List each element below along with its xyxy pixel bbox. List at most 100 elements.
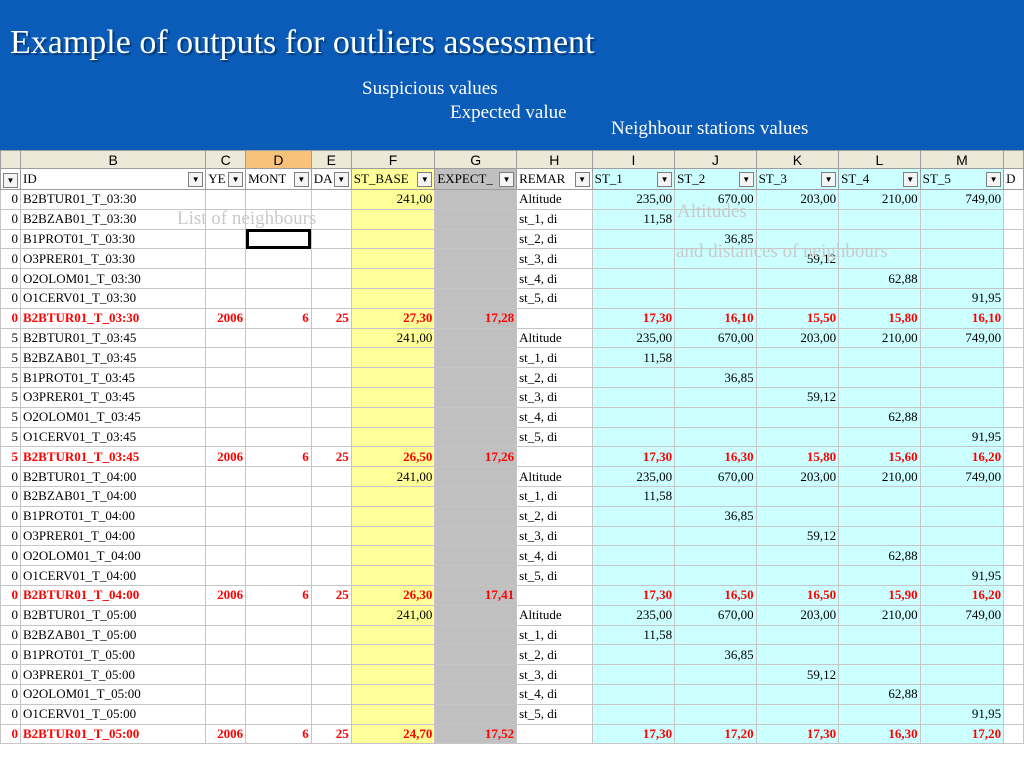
table-cell[interactable]: 235,00 — [591, 466, 676, 487]
table-cell[interactable] — [434, 604, 518, 626]
table-cell[interactable] — [310, 347, 352, 369]
table-cell[interactable]: 241,00 — [350, 189, 436, 210]
table-cell[interactable] — [674, 406, 757, 428]
table-cell[interactable]: Altitude — [516, 189, 593, 210]
table-cell[interactable]: 25 — [310, 723, 352, 745]
table-cell[interactable] — [245, 505, 312, 527]
table-cell[interactable]: O2OLOM01_T_05:00 — [19, 683, 207, 705]
table-cell[interactable]: 241,00 — [350, 327, 436, 349]
table-cell[interactable] — [591, 386, 676, 408]
table-cell[interactable]: 5 — [0, 426, 21, 448]
column-letter-edge-13[interactable] — [1003, 150, 1024, 169]
table-cell[interactable] — [1003, 624, 1024, 646]
table-cell[interactable]: 25 — [310, 584, 352, 606]
table-cell[interactable] — [591, 664, 676, 685]
table-cell[interactable]: st_2, di — [516, 228, 593, 250]
table-cell[interactable]: 235,00 — [591, 604, 676, 626]
table-cell[interactable]: B2BTUR01_T_03:45 — [19, 327, 207, 349]
filter-dropdown-icon[interactable]: ▼ — [333, 171, 349, 187]
table-cell[interactable] — [245, 347, 312, 369]
table-cell[interactable] — [245, 565, 312, 586]
table-cell[interactable]: 0 — [0, 525, 21, 547]
table-cell[interactable] — [838, 525, 921, 547]
table-cell[interactable] — [350, 228, 436, 250]
table-cell[interactable] — [434, 287, 518, 309]
table-cell[interactable]: 241,00 — [350, 604, 436, 626]
table-cell[interactable] — [310, 703, 352, 725]
table-cell[interactable]: 62,88 — [838, 683, 921, 705]
table-cell[interactable]: 0 — [0, 208, 21, 230]
table-cell[interactable] — [350, 367, 436, 388]
column-letter-j[interactable]: J — [674, 150, 757, 169]
table-cell[interactable]: 6 — [245, 307, 312, 329]
table-cell[interactable] — [245, 466, 312, 487]
table-cell[interactable] — [591, 683, 676, 705]
table-cell[interactable]: B1PROT01_T_03:45 — [19, 367, 207, 388]
table-cell[interactable] — [1003, 485, 1024, 507]
column-letter-b[interactable]: B — [19, 150, 207, 169]
table-cell[interactable]: B2BTUR01_T_04:00 — [19, 466, 207, 487]
table-cell[interactable] — [591, 268, 676, 289]
table-cell[interactable] — [205, 367, 247, 388]
table-cell[interactable] — [1003, 525, 1024, 547]
table-cell[interactable] — [205, 604, 247, 626]
table-cell[interactable] — [591, 228, 676, 250]
table-cell[interactable] — [838, 347, 921, 369]
table-cell[interactable] — [1003, 406, 1024, 428]
table-cell[interactable]: 5 — [0, 327, 21, 349]
table-cell[interactable] — [755, 644, 840, 666]
table-cell[interactable] — [1003, 248, 1024, 270]
table-cell[interactable]: 210,00 — [838, 604, 921, 626]
table-cell[interactable]: 0 — [0, 466, 21, 487]
table-cell[interactable]: 24,70 — [350, 723, 436, 745]
column-letter-i[interactable]: I — [591, 150, 676, 169]
table-cell[interactable] — [1003, 584, 1024, 606]
table-cell[interactable] — [1003, 644, 1024, 666]
table-cell[interactable]: 59,12 — [755, 525, 840, 547]
table-cell[interactable] — [674, 545, 757, 567]
table-cell[interactable]: 0 — [0, 624, 21, 646]
filter-dropdown-icon[interactable]: ▼ — [499, 171, 515, 187]
table-cell[interactable] — [1003, 228, 1024, 250]
column-letter-m[interactable]: M — [919, 150, 1005, 169]
table-cell[interactable] — [205, 683, 247, 705]
table-cell[interactable]: 16,50 — [755, 584, 840, 606]
table-cell[interactable] — [591, 367, 676, 388]
table-cell[interactable]: 0 — [0, 268, 21, 289]
table-cell[interactable] — [919, 683, 1005, 705]
table-cell[interactable] — [591, 644, 676, 666]
table-cell[interactable] — [591, 248, 676, 270]
table-cell[interactable]: 11,58 — [591, 347, 676, 369]
filter-dropdown-icon[interactable]: ▼ — [3, 172, 18, 188]
table-cell[interactable] — [434, 624, 518, 646]
table-cell[interactable]: 2006 — [205, 584, 247, 606]
table-cell[interactable] — [1003, 367, 1024, 388]
table-cell[interactable]: 26,30 — [350, 584, 436, 606]
column-letter-g[interactable]: G — [434, 150, 518, 169]
table-cell[interactable] — [350, 287, 436, 309]
table-cell[interactable]: O3PRER01_T_04:00 — [19, 525, 207, 547]
table-cell[interactable] — [310, 466, 352, 487]
table-cell[interactable] — [310, 525, 352, 547]
table-cell[interactable] — [755, 426, 840, 448]
table-cell[interactable] — [919, 545, 1005, 567]
table-cell[interactable] — [434, 545, 518, 567]
table-cell[interactable]: 0 — [0, 644, 21, 666]
table-cell[interactable] — [245, 287, 312, 309]
table-cell[interactable]: st_5, di — [516, 703, 593, 725]
filter-dropdown-icon[interactable]: ▼ — [902, 171, 918, 187]
column-letter-c[interactable]: C — [205, 150, 247, 169]
table-cell[interactable] — [755, 565, 840, 586]
table-cell[interactable]: O3PRER01_T_03:30 — [19, 248, 207, 270]
table-cell[interactable] — [1003, 287, 1024, 309]
table-cell[interactable] — [205, 228, 247, 250]
table-cell[interactable]: 17,20 — [919, 723, 1005, 745]
table-cell[interactable] — [245, 426, 312, 448]
table-cell[interactable]: B2BZAB01_T_03:45 — [19, 347, 207, 369]
table-cell[interactable] — [205, 644, 247, 666]
table-cell[interactable]: 670,00 — [674, 466, 757, 487]
filter-dropdown-icon[interactable]: ▼ — [738, 171, 754, 187]
table-cell[interactable] — [310, 208, 352, 230]
table-cell[interactable] — [434, 565, 518, 586]
table-cell[interactable] — [755, 703, 840, 725]
